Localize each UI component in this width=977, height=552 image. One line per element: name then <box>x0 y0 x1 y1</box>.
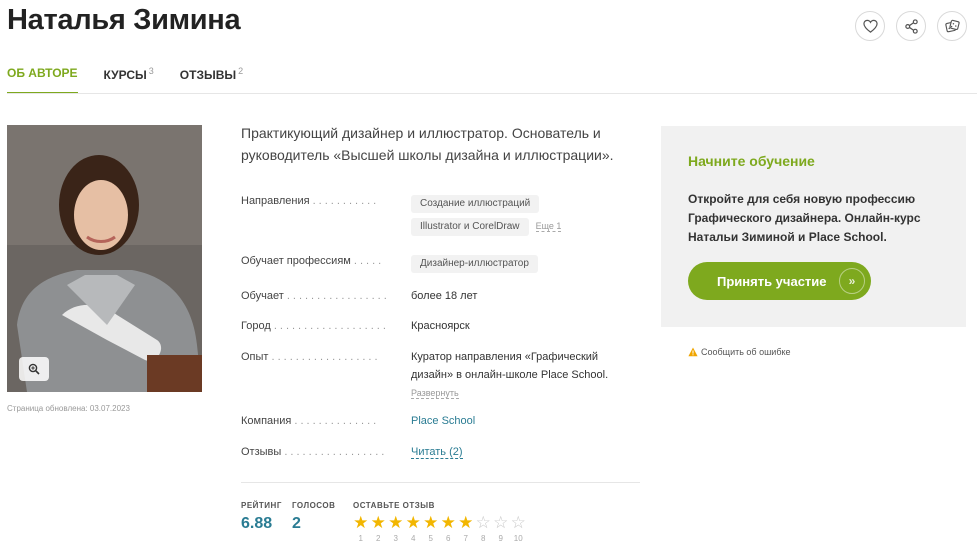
row-value: Куратор направления «Графический дизайн»… <box>411 348 636 402</box>
tab-courses[interactable]: КУРСЫ 3 <box>104 66 154 94</box>
star-number: 2 <box>376 534 381 543</box>
share-button[interactable] <box>896 11 926 41</box>
page-title: Наталья Зимина <box>7 4 241 36</box>
star-number: 7 <box>463 534 468 543</box>
leave-review-label: ОСТАВЬТЕ ОТЗЫВ <box>353 501 435 510</box>
direction-chip[interactable]: Illustrator и CorelDraw <box>411 218 529 236</box>
rating-summary: РЕЙТИНГ 6.88 <box>241 501 282 533</box>
row-label: Обучает ................. <box>241 290 390 302</box>
row-label: Опыт .................. <box>241 351 381 363</box>
row-value: Создание иллюстраций Illustrator и Corel… <box>411 194 636 240</box>
star-icon[interactable]: ☆ <box>475 514 493 532</box>
star-icon[interactable]: ★ <box>457 514 475 532</box>
report-error-label: Сообщить об ошибке <box>701 347 791 357</box>
star-icon[interactable]: ★ <box>352 514 370 532</box>
author-photo[interactable] <box>7 125 202 392</box>
double-chevron-right-icon: » <box>839 268 865 294</box>
rating-value: 6.88 <box>241 515 273 532</box>
random-button[interactable] <box>937 11 967 41</box>
heart-icon <box>862 19 878 33</box>
star-rating-input: ★ ★ ★ ★ ★ ★ ★ ☆ ☆ ☆ <box>352 514 527 532</box>
votes-summary: ГОЛОСОВ 2 <box>292 501 335 533</box>
star-number: 8 <box>481 534 486 543</box>
tab-reviews[interactable]: ОТЗЫВЫ 2 <box>180 66 243 94</box>
row-directions: Направления ........... Создание иллюстр… <box>241 195 641 236</box>
row-professions: Обучает профессиям ..... Дизайнер-иллюст… <box>241 255 641 273</box>
profession-chip[interactable]: Дизайнер-иллюстратор <box>411 255 538 273</box>
row-company: Компания .............. Place School <box>241 415 641 427</box>
row-value: Красноярск <box>411 320 470 332</box>
row-value: более 18 лет <box>411 290 478 302</box>
star-number: 4 <box>411 534 416 543</box>
zoom-in-icon <box>28 363 40 375</box>
leave-review: ОСТАВЬТЕ ОТЗЫВ <box>353 501 435 510</box>
row-value: Place School <box>411 412 636 430</box>
row-teaches: Обучает ................. более 18 лет <box>241 290 641 302</box>
updated-date: Страница обновлена: 03.07.2023 <box>7 404 130 413</box>
row-label: Город ................... <box>241 320 389 332</box>
more-directions-link[interactable]: Еще 1 <box>535 221 562 232</box>
report-error-link[interactable]: Сообщить об ошибке <box>688 347 791 357</box>
expand-link[interactable]: Развернуть <box>411 388 459 399</box>
read-reviews-link[interactable]: Читать (2) <box>411 446 463 459</box>
tab-about[interactable]: ОБ АВТОРЕ <box>7 66 78 94</box>
row-value: Дизайнер-иллюстратор <box>411 254 636 277</box>
row-label: Обучает профессиям ..... <box>241 255 385 267</box>
cta-panel: Начните обучение Откройте для себя новую… <box>661 126 966 327</box>
cta-text: Откройте для себя новую профессию Графич… <box>688 192 921 244</box>
tabs-divider <box>7 93 977 94</box>
star-icon[interactable]: ★ <box>370 514 388 532</box>
row-label: Компания .............. <box>241 415 380 427</box>
author-intro: Практикующий дизайнер и иллюстратор. Осн… <box>241 125 614 163</box>
row-label: Отзывы ................. <box>241 446 388 458</box>
star-number: 1 <box>358 534 363 543</box>
rating-label: РЕЙТИНГ <box>241 501 282 510</box>
star-icon[interactable]: ★ <box>387 514 405 532</box>
votes-label: ГОЛОСОВ <box>292 501 336 510</box>
warning-icon <box>688 347 698 357</box>
experience-text: Куратор направления «Графический дизайн»… <box>411 351 609 381</box>
star-icon[interactable]: ☆ <box>510 514 528 532</box>
star-icon[interactable]: ★ <box>405 514 423 532</box>
cta-title: Начните обучение <box>688 153 815 169</box>
star-number: 5 <box>428 534 433 543</box>
join-button-label: Принять участие <box>717 273 827 289</box>
company-link[interactable]: Place School <box>411 415 475 427</box>
star-number: 3 <box>393 534 398 543</box>
direction-chip[interactable]: Создание иллюстраций <box>411 195 540 213</box>
rating-divider <box>241 482 640 483</box>
row-reviews: Отзывы ................. Читать (2) <box>241 443 641 461</box>
row-city: Город ................... Красноярск <box>241 320 641 332</box>
dice-icon <box>944 19 960 32</box>
votes-value: 2 <box>292 515 301 532</box>
favorite-button[interactable] <box>855 11 885 41</box>
star-number: 6 <box>446 534 451 543</box>
row-experience: Опыт .................. Куратор направле… <box>241 351 641 399</box>
share-icon <box>904 18 918 34</box>
profile-tabs: ОБ АВТОРЕ КУРСЫ 3 ОТЗЫВЫ 2 <box>7 66 243 94</box>
star-numbers: 1 2 3 4 5 6 7 8 9 10 <box>352 534 527 543</box>
join-button[interactable]: Принять участие » <box>688 262 871 300</box>
star-number: 9 <box>498 534 503 543</box>
star-icon[interactable]: ★ <box>422 514 440 532</box>
star-icon[interactable]: ★ <box>440 514 458 532</box>
row-value: Читать (2) <box>411 443 636 461</box>
zoom-button[interactable] <box>19 357 49 381</box>
star-number: 10 <box>513 534 523 543</box>
star-icon[interactable]: ☆ <box>492 514 510 532</box>
row-label: Направления ........... <box>241 195 380 207</box>
